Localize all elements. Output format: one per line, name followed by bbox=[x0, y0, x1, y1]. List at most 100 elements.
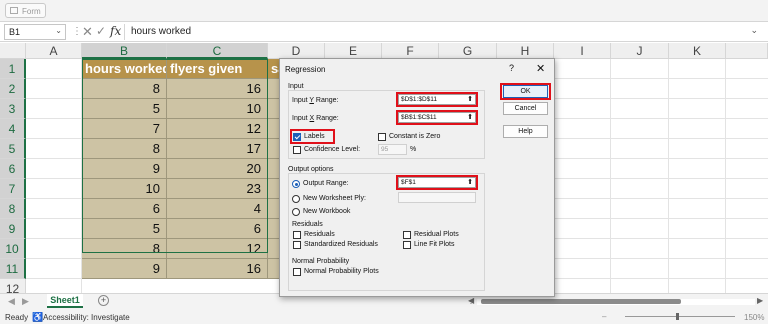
close-icon[interactable]: ✕ bbox=[536, 62, 545, 75]
tab-next-icon[interactable]: ▶ bbox=[22, 296, 29, 307]
input-group-label: Input bbox=[288, 83, 304, 90]
column-header-d[interactable]: D bbox=[268, 43, 325, 59]
zoom-slider-knob[interactable] bbox=[676, 313, 679, 320]
column-header-e[interactable]: E bbox=[325, 43, 382, 59]
line-fit-plots-checkbox[interactable] bbox=[403, 241, 411, 249]
help-icon[interactable]: ? bbox=[509, 63, 514, 73]
row-header-1[interactable]: 1 bbox=[0, 59, 26, 79]
output-range-value: $F$1 bbox=[401, 179, 416, 186]
confidence-level-field[interactable]: 95 bbox=[378, 144, 407, 155]
table-cell[interactable]: 16 bbox=[167, 79, 268, 99]
collapse-dialog-icon[interactable]: ⬆ bbox=[467, 95, 473, 103]
confidence-level-checkbox[interactable] bbox=[293, 146, 301, 154]
constant-zero-checkbox[interactable] bbox=[378, 133, 386, 141]
column-header-a[interactable]: A bbox=[26, 43, 82, 59]
table-cell[interactable]: 23 bbox=[167, 179, 268, 199]
column-header-g[interactable]: G bbox=[439, 43, 497, 59]
labels-checkbox[interactable] bbox=[293, 133, 301, 141]
table-cell[interactable]: 5 bbox=[82, 99, 167, 119]
tab-sheet1[interactable]: Sheet1 bbox=[47, 294, 83, 308]
insert-function-icon[interactable]: fx bbox=[110, 24, 121, 38]
residual-plots-checkbox[interactable] bbox=[403, 231, 411, 239]
table-cell[interactable]: 8 bbox=[82, 239, 167, 259]
column-header-k[interactable]: K bbox=[669, 43, 726, 59]
standardized-residuals-label: Standardized Residuals bbox=[304, 241, 378, 248]
row-header-12[interactable]: 12 bbox=[0, 279, 26, 293]
column-header-c[interactable]: C bbox=[167, 43, 268, 59]
header-cell-hours-worked[interactable]: hours worked bbox=[82, 59, 167, 79]
cancel-entry-icon[interactable]: ✕ bbox=[82, 24, 93, 40]
column-header-b[interactable]: B bbox=[82, 43, 167, 59]
table-cell[interactable]: 10 bbox=[167, 99, 268, 119]
scroll-left-icon[interactable]: ◀ bbox=[468, 296, 474, 305]
table-cell[interactable]: 12 bbox=[167, 119, 268, 139]
form-button[interactable]: Form bbox=[5, 3, 46, 18]
row-header-8[interactable]: 8 bbox=[0, 199, 26, 219]
zoom-percent[interactable]: 150% bbox=[744, 313, 764, 322]
table-cell[interactable]: 17 bbox=[167, 139, 268, 159]
scroll-right-icon[interactable]: ▶ bbox=[757, 296, 763, 305]
header-cell-flyers-given[interactable]: flyers given bbox=[167, 59, 268, 79]
table-cell[interactable]: 16 bbox=[167, 259, 268, 279]
drag-handle-icon[interactable]: ⋮ bbox=[72, 26, 82, 37]
help-button[interactable]: Help bbox=[503, 125, 548, 138]
table-cell[interactable]: 10 bbox=[82, 179, 167, 199]
row-header-6[interactable]: 6 bbox=[0, 159, 26, 179]
row-header-10[interactable]: 10 bbox=[0, 239, 26, 259]
row-header-7[interactable]: 7 bbox=[0, 179, 26, 199]
output-range-radio[interactable] bbox=[292, 180, 300, 188]
scrollbar-thumb[interactable] bbox=[481, 299, 681, 304]
confidence-value: 95 bbox=[381, 146, 389, 153]
table-cell[interactable]: 12 bbox=[167, 239, 268, 259]
column-header-next[interactable] bbox=[726, 43, 768, 59]
expand-formula-icon[interactable]: ⌄ bbox=[750, 25, 758, 36]
standardized-residuals-checkbox[interactable] bbox=[293, 241, 301, 249]
row-header-9[interactable]: 9 bbox=[0, 219, 26, 239]
table-cell[interactable]: 6 bbox=[167, 219, 268, 239]
output-range-field[interactable]: $F$1 ⬆ bbox=[398, 177, 476, 188]
column-header-i[interactable]: I bbox=[554, 43, 611, 59]
collapse-dialog-icon[interactable]: ⬆ bbox=[467, 113, 473, 121]
tab-prev-icon[interactable]: ◀ bbox=[8, 296, 15, 307]
input-x-range-value: $B$1:$C$11 bbox=[401, 114, 437, 121]
normal-prob-plots-checkbox[interactable] bbox=[293, 268, 301, 276]
zoom-out-icon[interactable]: – bbox=[602, 312, 606, 321]
normal-prob-plots-label: Normal Probability Plots bbox=[304, 268, 379, 275]
zoom-slider[interactable] bbox=[625, 316, 735, 317]
ok-button[interactable]: OK bbox=[503, 85, 548, 98]
column-header-h[interactable]: H bbox=[497, 43, 554, 59]
column-header-f[interactable]: F bbox=[382, 43, 439, 59]
table-cell[interactable]: 9 bbox=[82, 159, 167, 179]
table-cell[interactable]: 20 bbox=[167, 159, 268, 179]
enter-entry-icon[interactable]: ✓ bbox=[96, 24, 106, 38]
input-y-range-value: $D$1:$D$11 bbox=[401, 96, 438, 103]
horizontal-scrollbar[interactable] bbox=[477, 299, 755, 305]
table-cell[interactable]: 4 bbox=[167, 199, 268, 219]
chevron-down-icon[interactable]: ⌄ bbox=[55, 26, 62, 35]
new-worksheet-radio[interactable] bbox=[292, 195, 300, 203]
formula-input[interactable]: hours worked ⌄ bbox=[124, 24, 764, 40]
row-header-4[interactable]: 4 bbox=[0, 119, 26, 139]
table-cell[interactable]: 7 bbox=[82, 119, 167, 139]
table-cell[interactable]: 8 bbox=[82, 79, 167, 99]
row-header-3[interactable]: 3 bbox=[0, 99, 26, 119]
add-sheet-icon[interactable]: + bbox=[98, 295, 109, 306]
table-cell[interactable]: 6 bbox=[82, 199, 167, 219]
input-x-range-field[interactable]: $B$1:$C$11 ⬆ bbox=[398, 112, 476, 123]
table-cell[interactable]: 9 bbox=[82, 259, 167, 279]
input-y-range-field[interactable]: $D$1:$D$11 ⬆ bbox=[398, 94, 476, 105]
cancel-button[interactable]: Cancel bbox=[503, 102, 548, 115]
row-header-2[interactable]: 2 bbox=[0, 79, 26, 99]
table-cell[interactable]: 8 bbox=[82, 139, 167, 159]
column-header-j[interactable]: J bbox=[611, 43, 669, 59]
accessibility-status[interactable]: Accessibility: Investigate bbox=[43, 313, 130, 322]
table-cell[interactable]: 5 bbox=[82, 219, 167, 239]
row-header-11[interactable]: 11 bbox=[0, 259, 26, 279]
name-box[interactable]: B1 ⌄ bbox=[4, 24, 66, 40]
new-workbook-radio[interactable] bbox=[292, 208, 300, 216]
collapse-dialog-icon[interactable]: ⬆ bbox=[467, 178, 473, 186]
new-worksheet-field[interactable] bbox=[398, 192, 476, 203]
select-all-corner[interactable] bbox=[0, 43, 26, 59]
row-header-5[interactable]: 5 bbox=[0, 139, 26, 159]
residuals-checkbox[interactable] bbox=[293, 231, 301, 239]
